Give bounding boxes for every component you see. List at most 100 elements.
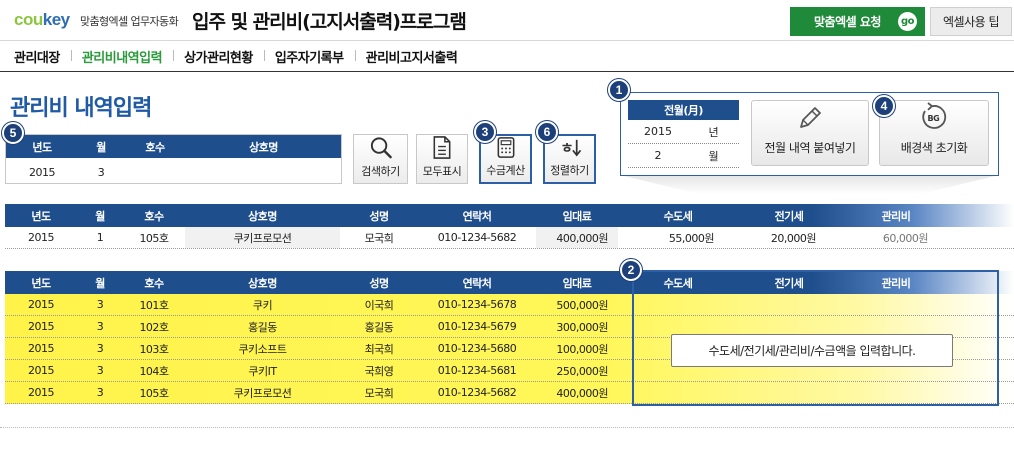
entry-cell-year[interactable]: 2015 (5, 382, 77, 403)
previous-cell-unit[interactable]: 105호 (123, 227, 185, 248)
entry-cell-month[interactable]: 3 (77, 338, 123, 359)
entry-cell-month[interactable]: 3 (77, 382, 123, 403)
search-button[interactable]: 검색하기 (353, 134, 408, 184)
previous-month-input[interactable]: 2 (628, 144, 688, 167)
bg-glyph: BG (928, 114, 940, 123)
search-header-month: 월 (96, 140, 106, 154)
sort-button-label: 정렬하기 (550, 164, 589, 177)
entry-cell-company[interactable]: 쿠키프로모션 (185, 382, 340, 403)
entry-cell-name[interactable]: 이국희 (340, 294, 418, 315)
nav-tab-1[interactable]: 관리대장 (14, 47, 71, 66)
excel-tip-button[interactable]: 엑셀사용 팁 (930, 7, 1012, 36)
nav-tab-2[interactable]: 관리비내역입력 (70, 47, 173, 66)
previous-cell-mgmt[interactable]: 60,000원 (840, 227, 952, 248)
step-badge-6: 6 (536, 121, 558, 143)
entry-cell-month[interactable]: 3 (77, 360, 123, 381)
header: coukey 맞춤형엑셀 업무자동화 입주 및 관리비(고지서출력)프로그램 맞… (0, 0, 1014, 40)
entry-cell-contact[interactable]: 010-1234-5682 (418, 382, 536, 403)
previous-cell-company[interactable]: 쿠키프로모션 (185, 227, 340, 248)
entry-header-unit: 호수 (144, 276, 164, 290)
entry-cell-month[interactable]: 3 (77, 316, 123, 337)
step-badge-3: 3 (474, 121, 496, 143)
previous-month-row: 2 월 (628, 144, 739, 168)
nav-tab-4[interactable]: 입주자기록부 (263, 47, 355, 66)
step-badge-4: 4 (873, 95, 895, 117)
entry-cell-rent[interactable]: 300,000원 (536, 316, 618, 337)
entry-cell-rent[interactable]: 500,000원 (536, 294, 618, 315)
pencil-icon (800, 107, 821, 128)
entry-cell-unit[interactable]: 105호 (123, 382, 185, 403)
entry-cell-unit[interactable]: 104호 (123, 360, 185, 381)
year-unit-label: 년 (708, 125, 719, 139)
previous-cell-water[interactable]: 55,000원 (618, 227, 738, 248)
reset-background-button[interactable]: BG 배경색 초기화 (879, 100, 989, 166)
main-nav: 관리대장 관리비내역입력 상가관리현황 입주자기록부 관리비고지서출력 (0, 40, 1014, 72)
previous-cell-year[interactable]: 2015 (5, 227, 77, 248)
paste-previous-month-button[interactable]: 전월 내역 붙여넣기 (751, 100, 869, 166)
entry-cell-company[interactable]: 쿠키 (185, 294, 340, 315)
search-year-input[interactable]: 2015 (6, 161, 78, 183)
entry-cell-unit[interactable]: 103호 (123, 338, 185, 359)
previous-record-header: 년도 월 호수 상호명 성명 연락처 임대료 수도세 전기세 관리비 (5, 204, 1014, 227)
entry-cell-year[interactable]: 2015 (5, 294, 77, 315)
go-icon: go (898, 12, 917, 31)
entry-cell-name[interactable]: 최국희 (340, 338, 418, 359)
entry-cell-name[interactable]: 홍길동 (340, 316, 418, 337)
entry-cell-company[interactable]: 쿠키소프트 (185, 338, 340, 359)
search-header: 년도 월 호수 상호명 (6, 135, 341, 158)
nav-tab-5[interactable]: 관리비고지서출력 (354, 47, 469, 66)
entry-cell-name[interactable]: 모국희 (340, 382, 418, 403)
magnifier-icon (370, 137, 392, 159)
entry-header-name: 성명 (369, 276, 389, 290)
entry-cell-rent[interactable]: 400,000원 (536, 382, 618, 403)
entry-cell-month[interactable]: 3 (77, 294, 123, 315)
entry-cell-unit[interactable]: 101호 (123, 294, 185, 315)
previous-cell-electric[interactable]: 20,000원 (738, 227, 840, 248)
logo-subtitle: 맞춤형엑셀 업무자동화 (80, 15, 179, 28)
previous-cell-contact[interactable]: 010-1234-5682 (418, 227, 536, 248)
previous-year-input[interactable]: 2015 (628, 120, 688, 143)
sort-hangul-icon: ㅎ (560, 139, 581, 157)
calculator-icon (497, 137, 514, 158)
entry-cell-name[interactable]: 국희영 (340, 360, 418, 381)
entry-header-contact: 연락처 (462, 276, 492, 290)
custom-excel-request-button[interactable]: 맞춤엑셀 요청 go (790, 7, 925, 36)
show-all-button[interactable]: 모두표시 (416, 134, 468, 184)
entry-cell-unit[interactable]: 102호 (123, 316, 185, 337)
search-month-input[interactable]: 3 (78, 161, 124, 183)
search-unit-input[interactable] (124, 161, 186, 183)
entry-cell-contact[interactable]: 010-1234-5679 (418, 316, 536, 337)
previous-header-water: 수도세 (663, 209, 693, 223)
previous-header-name: 성명 (369, 209, 389, 223)
calculate-button-label: 수금계산 (486, 164, 525, 177)
previous-cell-rent[interactable]: 400,000원 (536, 227, 618, 248)
entry-cell-year[interactable]: 2015 (5, 316, 77, 337)
previous-header-electric: 전기세 (774, 209, 804, 223)
entry-header-rent: 임대료 (562, 276, 592, 290)
nav-tab-3[interactable]: 상가관리현황 (173, 47, 264, 66)
previous-month-header: 전월(月) (628, 100, 739, 120)
entry-cell-contact[interactable]: 010-1234-5678 (418, 294, 536, 315)
previous-record-table: 년도 월 호수 상호명 성명 연락처 임대료 수도세 전기세 관리비 2015 1 105호 쿠키프로모… (5, 204, 1014, 249)
entry-cell-rent[interactable]: 100,000원 (536, 338, 618, 359)
bottom-divider (0, 427, 1014, 428)
search-panel: 년도 월 호수 상호명 2015 3 (5, 134, 342, 184)
previous-cell-name[interactable]: 모국희 (340, 227, 418, 248)
entry-cell-year[interactable]: 2015 (5, 360, 77, 381)
search-input-row: 2015 3 (6, 161, 341, 183)
step-badge-2: 2 (620, 259, 642, 281)
previous-cell-month[interactable]: 1 (77, 227, 123, 248)
entry-cell-contact[interactable]: 010-1234-5680 (418, 338, 536, 359)
search-company-input[interactable] (186, 161, 341, 183)
entry-cell-contact[interactable]: 010-1234-5681 (418, 360, 536, 381)
entry-cell-company[interactable]: 홍길동 (185, 316, 340, 337)
previous-header-month: 월 (95, 209, 105, 223)
app-title: 입주 및 관리비(고지서출력)프로그램 (192, 11, 467, 33)
entry-cell-year[interactable]: 2015 (5, 338, 77, 359)
previous-month-table: 전월(月) 2015 년 2 월 (628, 100, 739, 168)
document-icon (433, 136, 451, 159)
entry-cell-company[interactable]: 쿠키IT (185, 360, 340, 381)
entry-cell-rent[interactable]: 250,000원 (536, 360, 618, 381)
refresh-icon: BG (922, 102, 947, 129)
previous-header-mgmt: 관리비 (881, 209, 911, 223)
